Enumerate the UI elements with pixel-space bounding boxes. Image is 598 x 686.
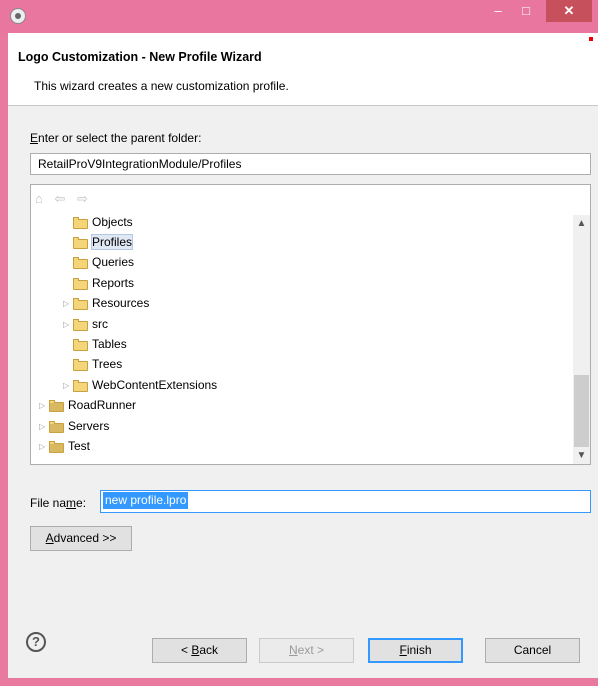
tree-item[interactable]: ▷ RoadRunner [39, 395, 136, 415]
folder-icon [73, 318, 89, 331]
close-button[interactable]: ✕ [546, 0, 592, 22]
tree-item-label: Test [68, 439, 91, 453]
wizard-dialog: Logo Customization - New Profile Wizard … [8, 33, 598, 678]
tree-item-label: Reports [92, 276, 135, 290]
folder-icon [73, 338, 89, 351]
folder-icon [73, 379, 89, 392]
expand-arrow-icon[interactable]: ▷ [39, 396, 49, 416]
file-name-value: new profile.lpro [103, 492, 189, 509]
page-description: This wizard creates a new customization … [34, 79, 289, 93]
tree-item[interactable]: Queries [73, 252, 134, 272]
folder-icon [73, 216, 89, 229]
back-button[interactable]: < Back [152, 638, 247, 663]
cancel-button[interactable]: Cancel [485, 638, 580, 663]
app-gear-icon [10, 8, 26, 24]
folder-icon [73, 277, 89, 290]
folder-icon [73, 236, 89, 249]
scroll-up-icon[interactable]: ▲ [573, 215, 590, 232]
folder-tree[interactable]: ⌂ ⇦ ⇨ Objects Profiles Queries Reports ▷ Reso… [30, 184, 591, 465]
parent-folder-input[interactable]: RetailProV9IntegrationModule/Profiles [30, 153, 591, 175]
expand-arrow-icon[interactable]: ▷ [39, 437, 49, 457]
tree-item-label: Queries [92, 255, 135, 269]
expand-arrow-icon[interactable]: ▷ [63, 294, 73, 314]
tree-item-label: Objects [92, 215, 133, 229]
minimize-button[interactable]: – [484, 0, 512, 22]
tree-item[interactable]: ▷ Test [39, 436, 90, 456]
tree-item[interactable]: Trees [73, 354, 122, 374]
folder-icon [73, 297, 89, 310]
project-folder-icon [49, 399, 65, 412]
file-name-input[interactable]: new profile.lpro [100, 490, 591, 513]
tree-item[interactable]: Tables [73, 334, 127, 354]
tree-item[interactable]: Objects [73, 212, 133, 232]
tree-scrollbar[interactable]: ▲ ▼ [573, 215, 590, 464]
project-folder-icon [49, 420, 65, 433]
scroll-down-icon[interactable]: ▼ [573, 447, 590, 464]
title-bar: – □ ✕ [0, 0, 598, 33]
scroll-thumb[interactable] [574, 375, 589, 447]
tree-item-label: Trees [92, 357, 123, 371]
file-name-label: File name: [30, 496, 87, 510]
tree-item[interactable]: Profiles [73, 232, 134, 252]
expand-arrow-icon[interactable]: ▷ [63, 376, 73, 396]
next-button[interactable]: Next > [259, 638, 354, 663]
tree-item-label: Resources [92, 296, 150, 310]
header-marker [589, 37, 593, 41]
advanced-button[interactable]: Advanced >> [30, 526, 132, 551]
wizard-header: Logo Customization - New Profile Wizard … [8, 33, 598, 106]
tree-item[interactable]: ▷ Resources [63, 293, 149, 313]
tree-item[interactable]: Reports [73, 273, 134, 293]
tree-item[interactable]: ▷ src [63, 314, 108, 334]
expand-arrow-icon[interactable]: ▷ [39, 417, 49, 437]
tree-item-label: RoadRunner [68, 398, 137, 412]
project-folder-icon [49, 440, 65, 453]
folder-icon [73, 256, 89, 269]
maximize-button[interactable]: □ [512, 0, 540, 22]
tree-item-label: src [92, 317, 108, 331]
tree-item-label: Tables [92, 337, 127, 351]
finish-button[interactable]: Finish [368, 638, 463, 663]
tree-item[interactable]: ▷ WebContentExtensions [63, 375, 217, 395]
tree-item-label: WebContentExtensions [92, 378, 218, 392]
expand-arrow-icon[interactable]: ▷ [63, 315, 73, 335]
tree-item[interactable]: ▷ Servers [39, 416, 109, 436]
page-title: Logo Customization - New Profile Wizard [18, 50, 262, 64]
help-icon[interactable]: ? [26, 632, 46, 652]
parent-folder-label: Enter or select the parent folder: [30, 131, 202, 145]
folder-icon [73, 358, 89, 371]
tree-nav-icons[interactable]: ⌂ ⇦ ⇨ [35, 191, 92, 207]
tree-item-label: Servers [68, 419, 110, 433]
tree-item-label: Profiles [90, 234, 134, 250]
